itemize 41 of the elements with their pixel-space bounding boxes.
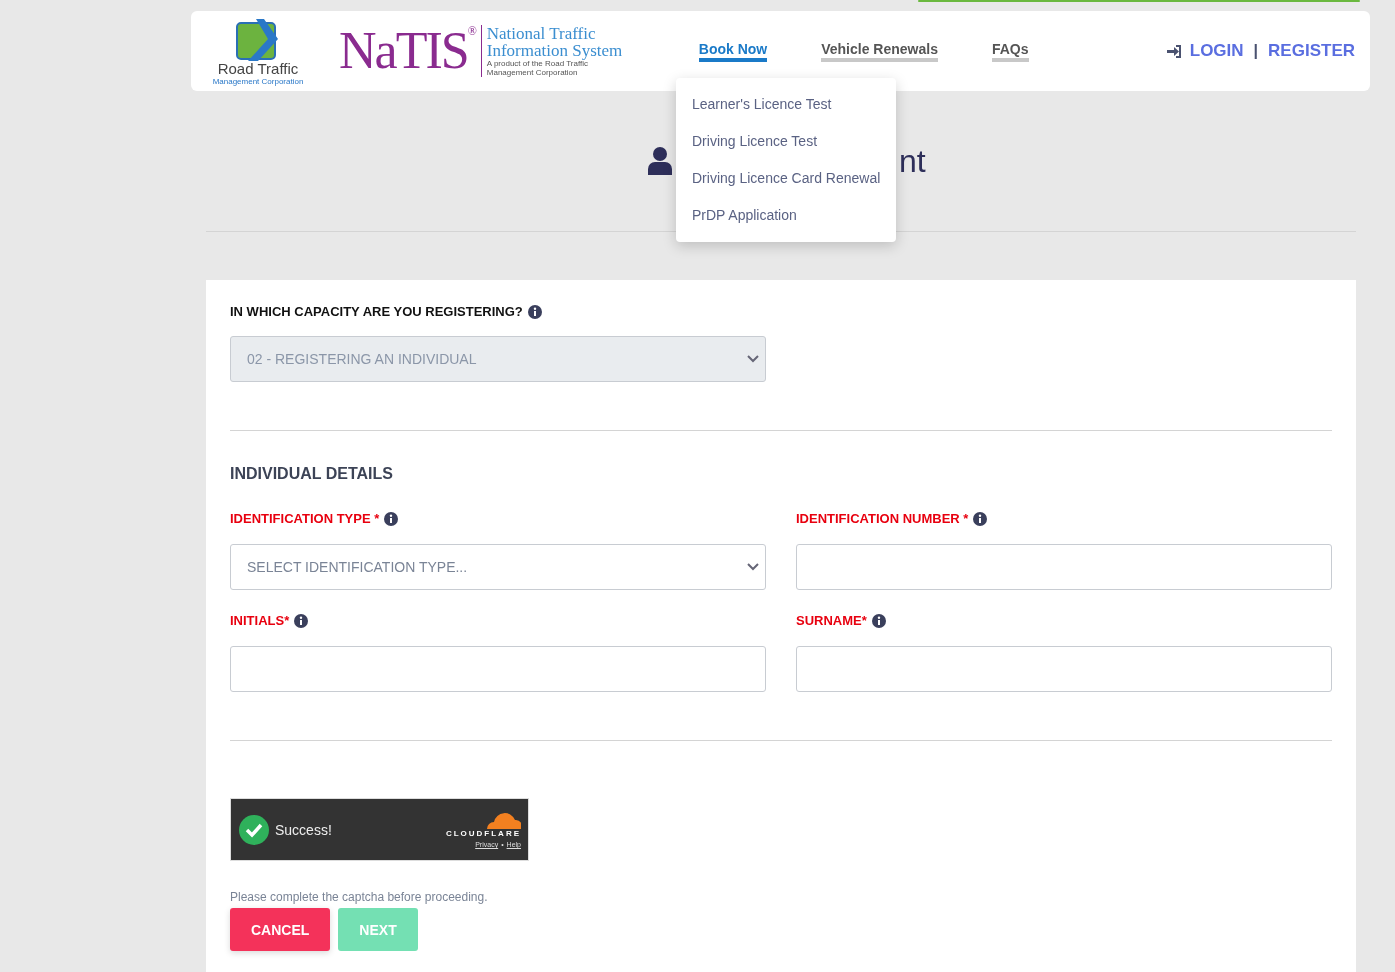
captcha-note: Please complete the captcha before proceeding. [230, 890, 489, 904]
login-link[interactable]: LOGIN [1189, 41, 1244, 61]
logo-title: Information System [486, 42, 624, 59]
input-field[interactable] [796, 646, 1332, 692]
info-icon[interactable] [294, 613, 309, 628]
chevron-icon [747, 563, 759, 571]
cloud-icon [485, 811, 521, 829]
cancel-button[interactable]: CANCEL [230, 908, 331, 951]
logo-subtext: Management Corporation [212, 76, 304, 86]
input-field[interactable] [796, 544, 1332, 590]
nav-link[interactable]: Vehicle Renewals [821, 40, 938, 62]
menu-item[interactable]: Learner's Licence Test [676, 86, 896, 123]
field-label: IDENTIFICATION NUMBER * [796, 511, 969, 526]
separator-text: | [1253, 42, 1259, 60]
field-label: SURNAME* [796, 613, 867, 628]
select-field[interactable]: SELECT IDENTIFICATION TYPE... [230, 544, 766, 590]
input-field[interactable] [230, 646, 766, 692]
section-title: INDIVIDUAL DETAILS [230, 465, 394, 483]
menu-item[interactable]: PrDP Application [676, 197, 896, 234]
menu-item[interactable]: Driving Licence Card Renewal [676, 160, 896, 197]
field-label: IDENTIFICATION TYPE * [230, 511, 380, 526]
field-label: INITIALS* [230, 613, 290, 628]
nav-link[interactable]: FAQs [991, 40, 1029, 62]
nav-link[interactable]: Book Now [698, 40, 768, 62]
logo-title: National Traffic [486, 25, 597, 42]
chevron-icon [747, 355, 759, 363]
logo-tagline: A product of the Road Traffic Management Corporation [486, 59, 588, 77]
login-icon [1166, 44, 1182, 58]
page-heading: nt [899, 145, 926, 177]
check-icon [239, 814, 269, 845]
register-link[interactable]: REGISTER [1268, 41, 1355, 61]
natis-logo-text: NaTIS$^{®}$ [339, 25, 475, 77]
captcha-status: Success! [275, 821, 332, 838]
captcha-brand: CLOUDFLARE [445, 829, 521, 838]
user-icon [648, 147, 672, 175]
info-icon[interactable] [384, 511, 399, 526]
field-label: IN WHICH CAPACITY ARE YOU REGISTERING? [230, 304, 523, 319]
info-icon[interactable] [871, 613, 886, 628]
menu-item[interactable]: Driving Licence Test [676, 123, 896, 160]
logo-text: Road Traffic [217, 60, 299, 77]
info-icon[interactable] [973, 511, 988, 526]
